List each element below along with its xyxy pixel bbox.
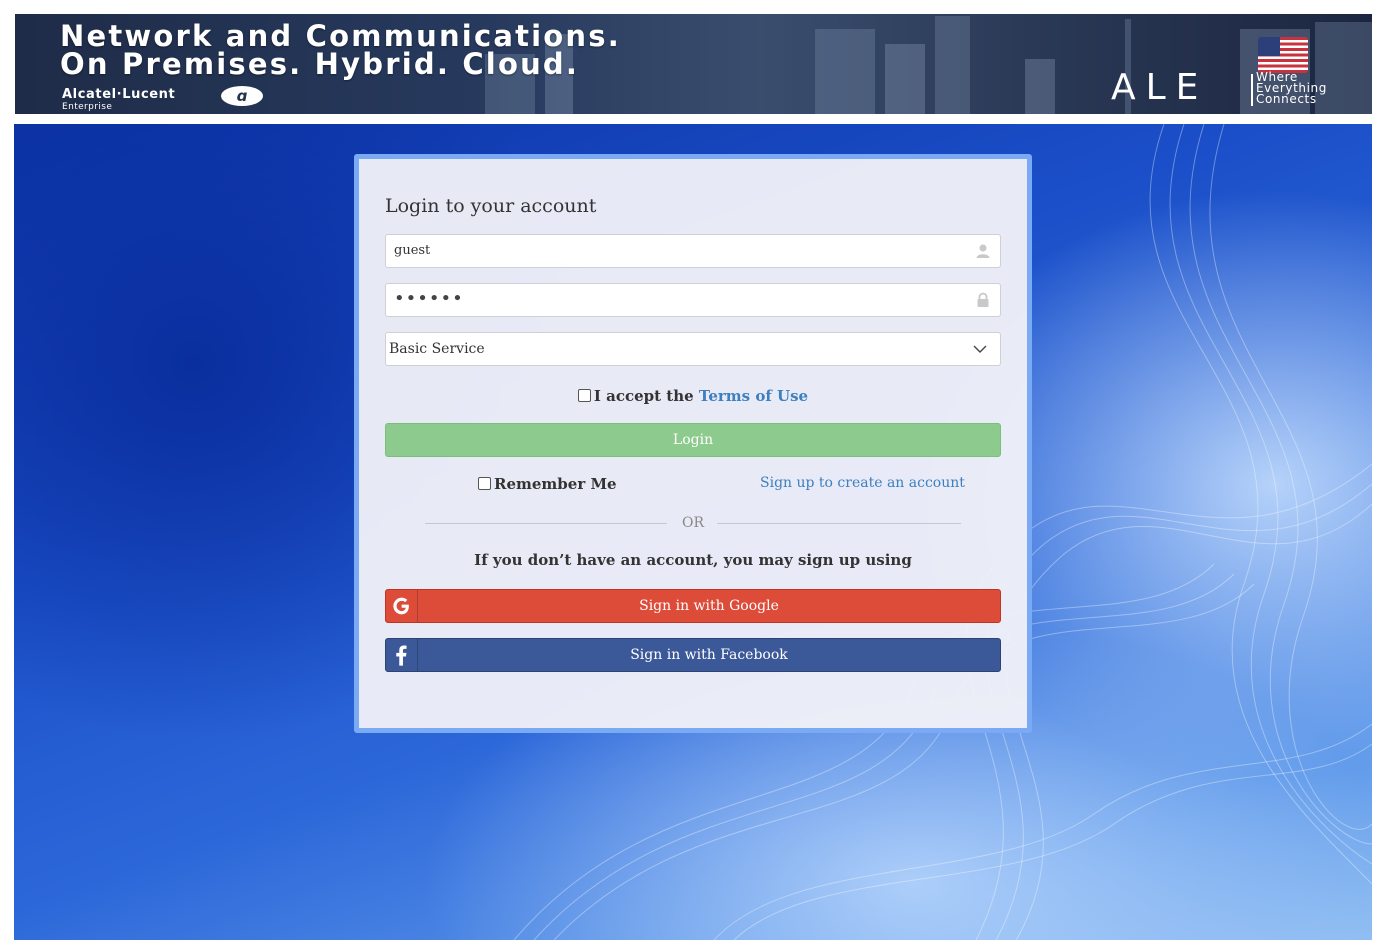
header-banner: Network and Communications. On Premises.…: [15, 14, 1372, 114]
brand-sub: Enterprise: [62, 102, 113, 112]
ale-logo: ALE: [1111, 67, 1209, 108]
remember-me-label: Remember Me: [494, 475, 617, 493]
username-value: guest: [394, 243, 431, 258]
google-icon: [393, 590, 418, 622]
lock-icon: [977, 292, 989, 307]
terms-row: I accept the Terms of Use: [359, 387, 1027, 405]
google-signin-button[interactable]: Sign in with Google: [385, 589, 1001, 623]
banner-headline: Network and Communications. On Premises.…: [60, 19, 621, 81]
username-input[interactable]: guest: [385, 234, 1001, 268]
banner-headline-line2: On Premises. Hybrid. Cloud.: [60, 47, 580, 81]
signup-note: If you don’t have an account, you may si…: [474, 551, 912, 569]
banner-headline-line1: Network and Communications.: [60, 19, 621, 53]
facebook-signin-button[interactable]: Sign in with Facebook: [385, 638, 1001, 672]
google-signin-label: Sign in with Google: [639, 598, 779, 614]
chevron-down-icon: [973, 345, 987, 353]
login-card: Login to your account guest •••••• Basic…: [354, 154, 1032, 733]
user-icon: [976, 244, 990, 258]
us-flag-icon: [1258, 37, 1308, 73]
logo-divider: [1251, 74, 1253, 106]
brand-name: Alcatel·Lucent: [62, 87, 176, 102]
facebook-signin-label: Sign in with Facebook: [630, 647, 788, 663]
password-input[interactable]: ••••••: [385, 283, 1001, 317]
terms-label: I accept the: [593, 387, 694, 405]
signup-link[interactable]: Sign up to create an account: [760, 475, 965, 491]
alcatel-lucent-mark-icon: ɑ: [221, 86, 263, 106]
login-button[interactable]: Login: [385, 423, 1001, 457]
facebook-icon: [396, 639, 418, 671]
service-select[interactable]: Basic Service: [385, 332, 1001, 366]
password-value: ••••••: [394, 288, 464, 309]
remember-me-checkbox[interactable]: [478, 477, 491, 490]
ale-tagline: Where Everything Connects: [1256, 70, 1327, 106]
or-divider-right: [717, 523, 961, 524]
terms-checkbox[interactable]: [577, 389, 591, 402]
alcatel-lucent-logo: Alcatel·Lucent Enterprise: [62, 87, 175, 112]
service-selected-value: Basic Service: [389, 341, 485, 357]
login-title: Login to your account: [385, 195, 597, 217]
terms-of-use-link[interactable]: Terms of Use: [699, 387, 808, 405]
remember-me-row: Remember Me: [478, 475, 617, 493]
